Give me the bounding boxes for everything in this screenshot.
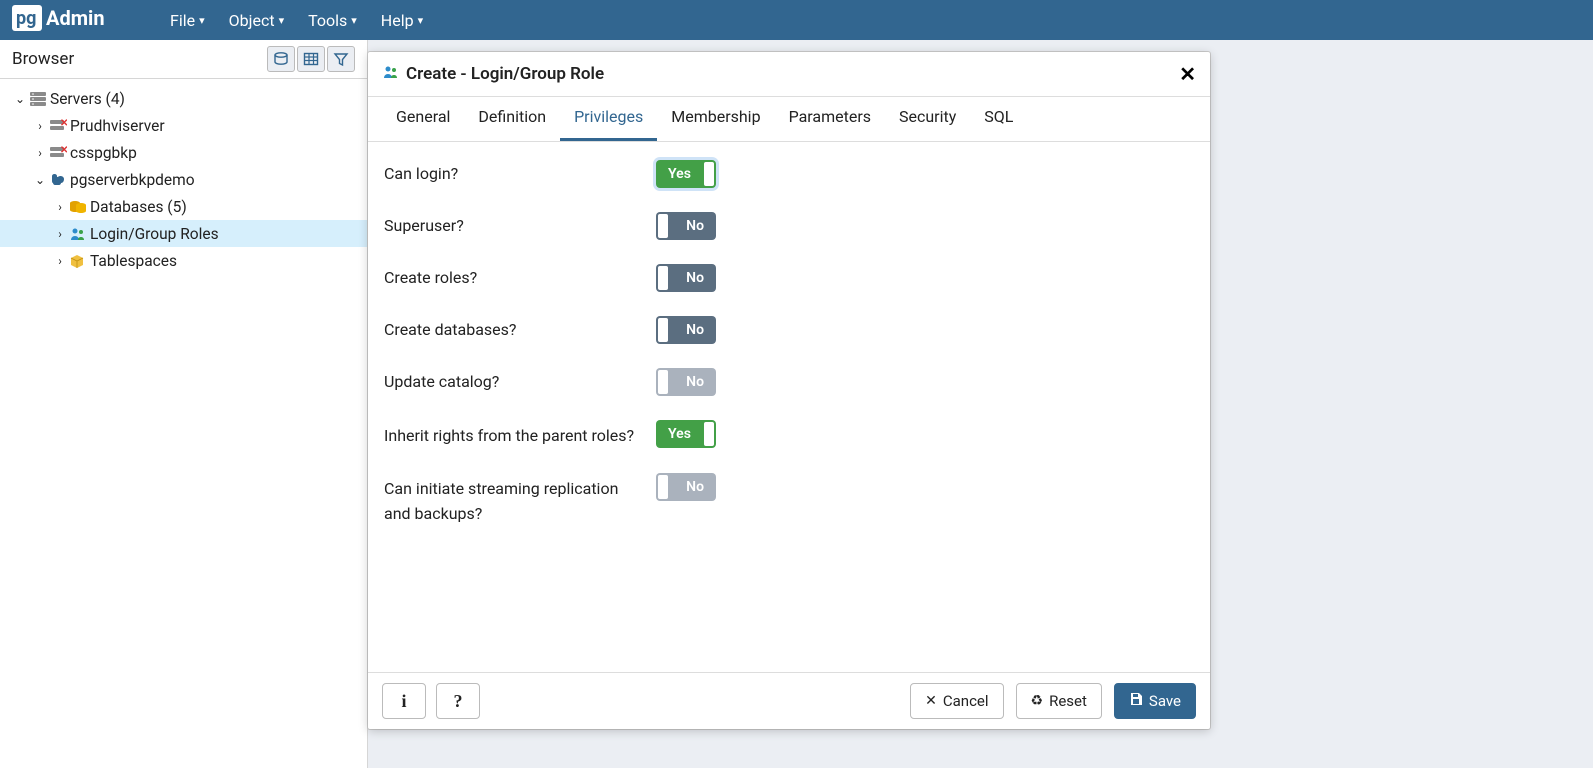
server-disconnected-icon: ✕ xyxy=(48,145,68,161)
chevron-down-icon: ▾ xyxy=(199,14,205,27)
info-button[interactable]: i xyxy=(382,683,426,719)
tree-login-group-roles[interactable]: › Login/Group Roles xyxy=(0,220,367,247)
chevron-down-icon: ⌄ xyxy=(32,173,48,187)
toggle-create-databases[interactable]: No xyxy=(656,316,716,344)
tree-server-pgserverbkpdemo[interactable]: ⌄ pgserverbkpdemo xyxy=(0,166,367,193)
tree-databases[interactable]: › Databases (5) xyxy=(0,193,367,220)
chevron-right-icon: › xyxy=(52,227,68,241)
tree-tablespaces[interactable]: › Tablespaces xyxy=(0,247,367,274)
cancel-button[interactable]: ✕Cancel xyxy=(910,683,1003,719)
tree-server-prudhvi[interactable]: › ✕ Prudhviserver xyxy=(0,112,367,139)
tablespaces-icon xyxy=(68,253,88,269)
label-streaming-replication: Can initiate streaming replication and b… xyxy=(384,473,656,527)
chevron-down-icon: ⌄ xyxy=(12,92,28,106)
menu-tools[interactable]: Tools▾ xyxy=(296,11,369,30)
toggle-superuser[interactable]: No xyxy=(656,212,716,240)
chevron-down-icon: ▾ xyxy=(351,14,357,27)
databases-icon xyxy=(68,199,88,215)
help-button[interactable]: ? xyxy=(436,683,480,719)
label-can-login: Can login? xyxy=(384,160,656,183)
menubar: pg Admin File▾ Object▾ Tools▾ Help▾ xyxy=(0,0,1593,40)
toggle-update-catalog: No xyxy=(656,368,716,396)
label-inherit-rights: Inherit rights from the parent roles? xyxy=(384,420,656,449)
pgadmin-logo: pg Admin xyxy=(12,5,130,35)
close-icon: ✕ xyxy=(925,693,937,709)
label-superuser: Superuser? xyxy=(384,212,656,235)
dialog-tabs: General Definition Privileges Membership… xyxy=(368,97,1210,142)
menu-help[interactable]: Help▾ xyxy=(369,11,435,30)
create-role-dialog: Create - Login/Group Role ✕ General Defi… xyxy=(368,52,1210,729)
view-data-button[interactable] xyxy=(297,46,325,72)
tree-server-csspgbkp[interactable]: › ✕ csspgbkp xyxy=(0,139,367,166)
dialog-title: Create - Login/Group Role xyxy=(406,64,604,84)
roles-icon xyxy=(382,64,400,84)
elephant-icon xyxy=(48,172,68,188)
label-create-databases: Create databases? xyxy=(384,316,656,339)
chevron-right-icon: › xyxy=(52,254,68,268)
filter-button[interactable] xyxy=(327,46,355,72)
tab-sql[interactable]: SQL xyxy=(970,97,1027,141)
tab-membership[interactable]: Membership xyxy=(657,97,774,141)
menu-object[interactable]: Object▾ xyxy=(217,11,296,30)
browser-tree: ⌄ Servers (4) › ✕ Prudhviserver › ✕ cssp… xyxy=(0,79,367,274)
toggle-create-roles[interactable]: No xyxy=(656,264,716,292)
svg-text:✕: ✕ xyxy=(60,145,67,156)
svg-text:Admin: Admin xyxy=(46,6,105,30)
menu-file[interactable]: File▾ xyxy=(158,11,217,30)
browser-sidebar: Browser ⌄ Servers (4) xyxy=(0,40,368,768)
tree-servers[interactable]: ⌄ Servers (4) xyxy=(0,85,367,112)
chevron-down-icon: ▾ xyxy=(279,14,285,27)
save-icon xyxy=(1129,692,1143,710)
toggle-can-login[interactable]: Yes xyxy=(656,160,716,188)
servers-icon xyxy=(28,91,48,107)
tab-parameters[interactable]: Parameters xyxy=(775,97,885,141)
query-tool-button[interactable] xyxy=(267,46,295,72)
server-disconnected-icon: ✕ xyxy=(48,118,68,134)
roles-icon xyxy=(68,226,88,242)
chevron-down-icon: ▾ xyxy=(418,14,424,27)
recycle-icon: ♻ xyxy=(1031,693,1044,709)
label-create-roles: Create roles? xyxy=(384,264,656,287)
chevron-right-icon: › xyxy=(32,146,48,160)
reset-button[interactable]: ♻Reset xyxy=(1016,683,1102,719)
tab-privileges[interactable]: Privileges xyxy=(560,97,657,141)
chevron-right-icon: › xyxy=(52,200,68,214)
browser-title: Browser xyxy=(12,49,74,69)
label-update-catalog: Update catalog? xyxy=(384,368,656,391)
close-icon[interactable]: ✕ xyxy=(1179,62,1196,86)
chevron-right-icon: › xyxy=(32,119,48,133)
save-button[interactable]: Save xyxy=(1114,683,1196,719)
tab-definition[interactable]: Definition xyxy=(464,97,560,141)
toggle-inherit-rights[interactable]: Yes xyxy=(656,420,716,448)
svg-text:✕: ✕ xyxy=(60,118,67,129)
toggle-streaming-replication: No xyxy=(656,473,716,501)
svg-text:pg: pg xyxy=(16,8,36,29)
tab-general[interactable]: General xyxy=(382,97,464,141)
tab-security[interactable]: Security xyxy=(885,97,970,141)
